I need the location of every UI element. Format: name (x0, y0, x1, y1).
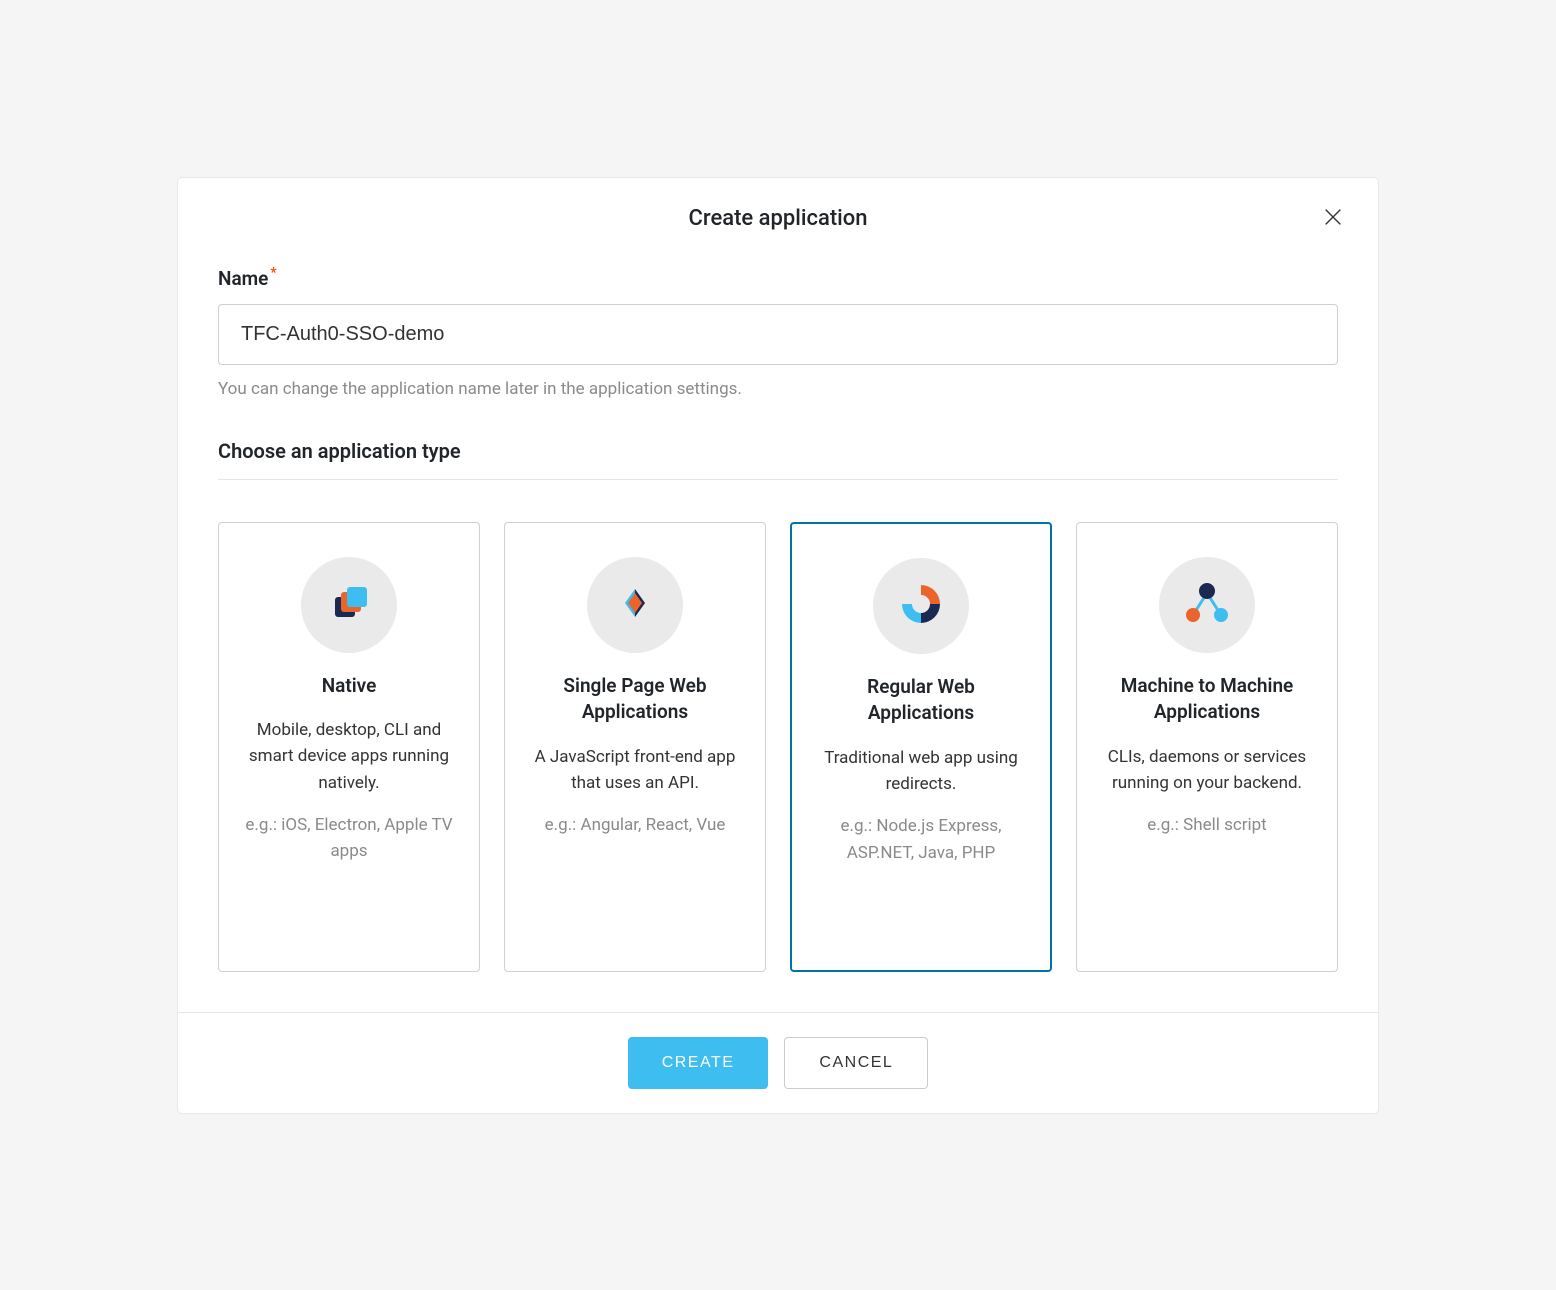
regular-web-icon (894, 577, 948, 635)
name-label-text: Name (218, 267, 268, 290)
type-desc: Mobile, desktop, CLI and smart device ap… (239, 717, 459, 796)
spa-icon-wrap (587, 557, 683, 653)
type-title: Native (322, 673, 377, 700)
type-card-regular-web[interactable]: Regular Web Applications Traditional web… (790, 522, 1052, 972)
type-desc: CLIs, daemons or services running on you… (1097, 744, 1317, 797)
application-type-grid: Native Mobile, desktop, CLI and smart de… (218, 522, 1338, 972)
type-example: e.g.: Shell script (1147, 812, 1267, 838)
type-title: Machine to Machine Applications (1097, 673, 1317, 726)
name-field-label: Name * (218, 267, 1338, 290)
m2m-icon (1179, 575, 1235, 635)
close-icon (1322, 216, 1344, 231)
type-desc: A JavaScript front-end app that uses an … (525, 744, 745, 797)
create-button[interactable]: CREATE (628, 1037, 769, 1089)
required-asterisk: * (270, 265, 276, 281)
modal-title: Create application (218, 206, 1338, 231)
create-application-modal: Create application Name * You can change… (178, 178, 1378, 1113)
spa-icon (611, 579, 659, 631)
type-section-title: Choose an application type (218, 439, 1338, 480)
type-example: e.g.: Angular, React, Vue (545, 812, 726, 838)
native-icon-wrap (301, 557, 397, 653)
modal-body: Name * You can change the application na… (178, 231, 1378, 1012)
type-desc: Traditional web app using redirects. (812, 745, 1030, 798)
type-title: Regular Web Applications (812, 674, 1030, 727)
close-button[interactable] (1316, 200, 1350, 237)
type-example: e.g.: iOS, Electron, Apple TV apps (239, 812, 459, 865)
modal-footer: CREATE CANCEL (178, 1012, 1378, 1113)
modal-header: Create application (178, 178, 1378, 231)
type-card-m2m[interactable]: Machine to Machine Applications CLIs, da… (1076, 522, 1338, 972)
type-example: e.g.: Node.js Express, ASP.NET, Java, PH… (812, 813, 1030, 866)
name-help-text: You can change the application name late… (218, 379, 1338, 399)
type-card-native[interactable]: Native Mobile, desktop, CLI and smart de… (218, 522, 480, 972)
cancel-button[interactable]: CANCEL (784, 1037, 928, 1089)
native-icon (325, 579, 373, 631)
type-title: Single Page Web Applications (525, 673, 745, 726)
m2m-icon-wrap (1159, 557, 1255, 653)
regular-web-icon-wrap (873, 558, 969, 654)
type-card-spa[interactable]: Single Page Web Applications A JavaScrip… (504, 522, 766, 972)
name-input[interactable] (218, 304, 1338, 365)
